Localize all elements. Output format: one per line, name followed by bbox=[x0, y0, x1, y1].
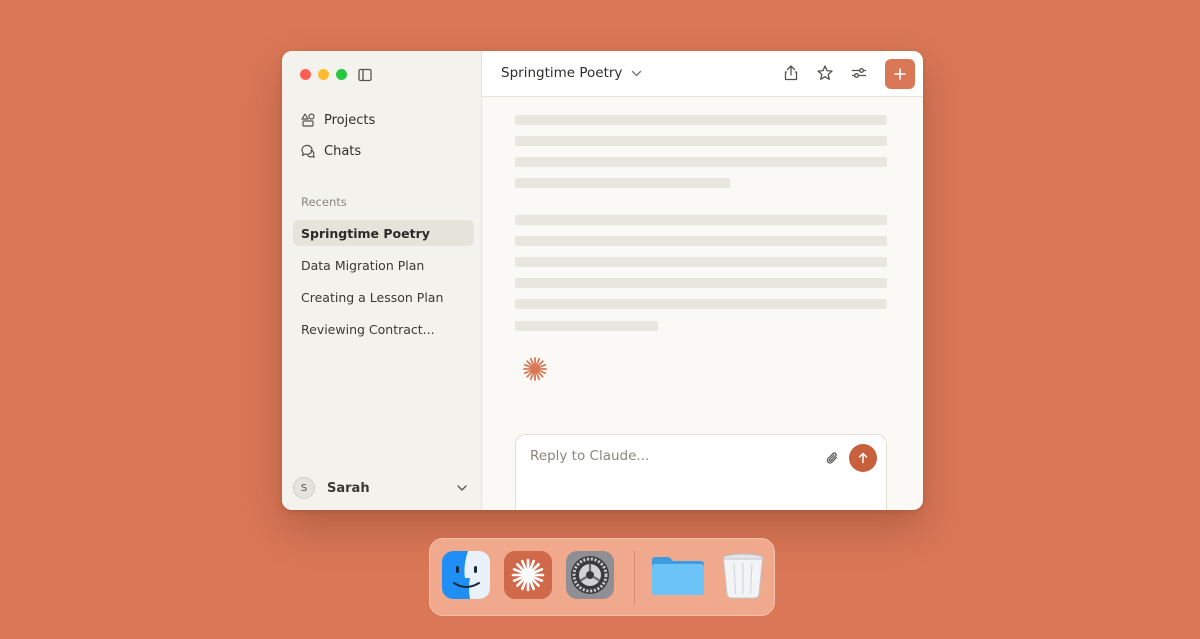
star-icon[interactable] bbox=[816, 64, 834, 82]
chat-header: Springtime Poetry bbox=[482, 51, 923, 97]
minimize-window-button[interactable] bbox=[318, 69, 329, 80]
trash-icon[interactable] bbox=[718, 550, 768, 600]
zoom-window-button[interactable] bbox=[336, 69, 347, 80]
paperclip-icon[interactable] bbox=[825, 451, 840, 466]
chevron-down-icon bbox=[457, 485, 467, 491]
recents-heading: Recents bbox=[301, 195, 347, 209]
dock-separator bbox=[634, 551, 635, 605]
projects-icon bbox=[301, 113, 315, 127]
recent-chat-item[interactable]: Data Migration Plan bbox=[293, 252, 474, 278]
new-chat-button[interactable] bbox=[885, 59, 915, 89]
finder-app-icon[interactable] bbox=[441, 550, 491, 600]
chat-bubbles-icon bbox=[301, 144, 315, 158]
dock bbox=[429, 538, 775, 616]
chat-title-menu[interactable]: Springtime Poetry bbox=[501, 65, 643, 81]
send-button[interactable] bbox=[849, 444, 877, 472]
text-skeleton-line bbox=[515, 215, 887, 225]
chat-panel: Springtime Poetry bbox=[482, 51, 923, 510]
text-skeleton-line bbox=[515, 299, 887, 309]
sidebar-toggle-icon[interactable] bbox=[358, 68, 372, 82]
text-skeleton-line bbox=[515, 321, 658, 331]
sidebar-item-label: Chats bbox=[324, 143, 362, 159]
claude-spark-icon bbox=[523, 357, 547, 381]
system-settings-app-icon[interactable] bbox=[565, 550, 615, 600]
recent-chat-item[interactable]: Reviewing Contract... bbox=[293, 316, 474, 342]
user-name: Sarah bbox=[327, 480, 370, 496]
reply-input[interactable] bbox=[528, 447, 812, 465]
text-skeleton-line bbox=[515, 157, 887, 167]
recent-chat-item[interactable]: Springtime Poetry bbox=[293, 220, 474, 246]
text-skeleton-line bbox=[515, 178, 730, 188]
text-skeleton-line bbox=[515, 136, 887, 146]
close-window-button[interactable] bbox=[300, 69, 311, 80]
new-chat-plus-icon bbox=[894, 68, 906, 80]
app-window: Projects Chats Recents Springtime Poetry… bbox=[282, 51, 923, 510]
text-skeleton-line bbox=[515, 115, 887, 125]
share-icon[interactable] bbox=[782, 64, 800, 82]
arrow-up-icon bbox=[858, 452, 868, 464]
text-skeleton-line bbox=[515, 278, 887, 288]
sidebar: Projects Chats Recents Springtime Poetry… bbox=[282, 51, 482, 510]
text-skeleton-line bbox=[515, 236, 887, 246]
chat-title: Springtime Poetry bbox=[501, 65, 623, 81]
sidebar-item-label: Projects bbox=[324, 112, 376, 128]
folder-icon[interactable] bbox=[649, 550, 707, 600]
user-menu[interactable]: S Sarah bbox=[293, 475, 469, 501]
text-skeleton-line bbox=[515, 257, 887, 267]
window-controls bbox=[300, 69, 347, 80]
recent-chat-item[interactable]: Creating a Lesson Plan bbox=[293, 284, 474, 310]
sidebar-item-projects[interactable]: Projects bbox=[300, 112, 375, 128]
claude-app-icon[interactable] bbox=[503, 550, 553, 600]
reply-composer bbox=[515, 434, 887, 510]
settings-sliders-icon[interactable] bbox=[850, 64, 868, 82]
sidebar-item-chats[interactable]: Chats bbox=[300, 143, 361, 159]
avatar: S bbox=[293, 477, 315, 499]
chevron-down-icon bbox=[632, 70, 642, 76]
